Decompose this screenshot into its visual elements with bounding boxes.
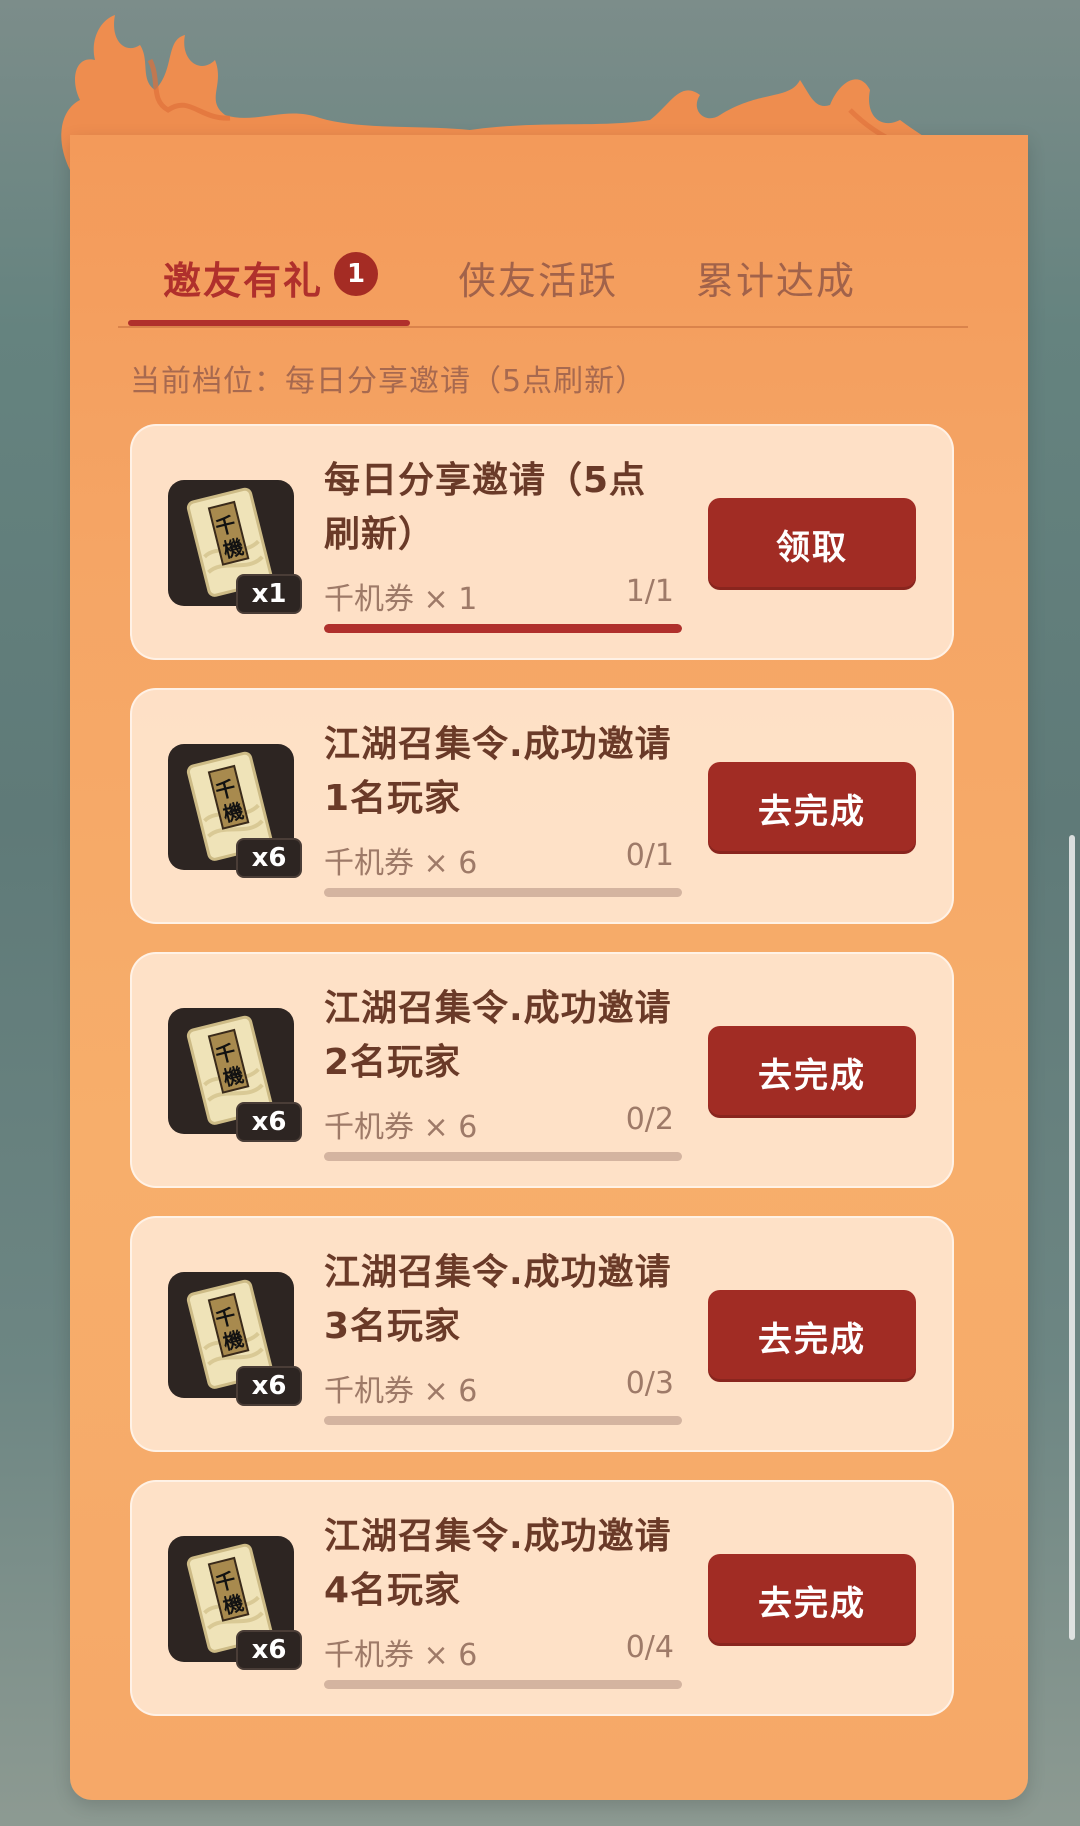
- task-card: 千 機 x6 江湖召集令.成功邀请1名玩家 千机券 × 6 0/1 去完成: [130, 688, 954, 924]
- task-title: 江湖召集令.成功邀请1名玩家: [324, 724, 672, 819]
- reward-quantity-badge: x6: [236, 1366, 302, 1406]
- progress-bar: [324, 888, 682, 897]
- task-title: 江湖召集令.成功邀请4名玩家: [324, 1516, 672, 1611]
- tab-label: 侠友活跃: [458, 259, 619, 303]
- task-card: 千 機 x6 江湖召集令.成功邀请4名玩家 千机券 × 6 0/4 去完成: [130, 1480, 954, 1716]
- qianji-ticket-icon: 千 機 x6: [168, 1008, 302, 1142]
- tab-label: 邀友有礼: [163, 259, 324, 303]
- go-complete-button[interactable]: 去完成: [708, 1290, 916, 1382]
- qianji-ticket-icon: 千 機 x6: [168, 1272, 302, 1406]
- tab-friend-activity[interactable]: 侠友活跃: [458, 250, 618, 305]
- progress-bar: [324, 1152, 682, 1161]
- progress-count: 0/1: [625, 838, 674, 873]
- task-title: 每日分享邀请（5点刷新）: [324, 460, 647, 555]
- tab-cumulative-achievement[interactable]: 累计达成: [696, 250, 856, 305]
- reward-text: 千机券 × 6: [324, 1638, 478, 1673]
- go-complete-button[interactable]: 去完成: [708, 1026, 916, 1118]
- progress-count: 0/4: [625, 1630, 674, 1665]
- current-tier-label: 当前档位：每日分享邀请（5点刷新）: [130, 364, 647, 399]
- progress-count: 0/2: [625, 1102, 674, 1137]
- reward-text: 千机券 × 1: [324, 582, 478, 617]
- qianji-ticket-icon: 千 機 x6: [168, 744, 302, 878]
- task-card: 千 機 x6 江湖召集令.成功邀请3名玩家 千机券 × 6 0/3 去完成: [130, 1216, 954, 1452]
- task-title: 江湖召集令.成功邀请2名玩家: [324, 988, 672, 1083]
- go-complete-button[interactable]: 去完成: [708, 762, 916, 854]
- claim-button[interactable]: 领取: [708, 498, 916, 590]
- progress-bar-fill: [324, 624, 682, 633]
- progress-bar: [324, 1416, 682, 1425]
- reward-text: 千机券 × 6: [324, 1374, 478, 1409]
- reward-quantity-badge: x6: [236, 838, 302, 878]
- qianji-ticket-icon: 千 機 x1: [168, 480, 302, 614]
- tab-divider: [118, 326, 968, 328]
- tab-invite-friends[interactable]: 邀友有礼: [163, 250, 323, 305]
- notification-badge: 1: [334, 252, 378, 296]
- go-complete-button[interactable]: 去完成: [708, 1554, 916, 1646]
- task-card: 千 機 x6 江湖召集令.成功邀请2名玩家 千机券 × 6 0/2 去完成: [130, 952, 954, 1188]
- tab-label: 累计达成: [696, 259, 857, 303]
- scrollbar[interactable]: [1069, 835, 1075, 1640]
- task-card: 千 機 x1 每日分享邀请（5点刷新） 千机券 × 1 1/1 领取: [130, 424, 954, 660]
- reward-quantity-badge: x6: [236, 1102, 302, 1142]
- reward-quantity-badge: x1: [236, 574, 302, 614]
- progress-count: 0/3: [625, 1366, 674, 1401]
- reward-text: 千机券 × 6: [324, 1110, 478, 1145]
- progress-count: 1/1: [625, 574, 674, 609]
- task-title: 江湖召集令.成功邀请3名玩家: [324, 1252, 672, 1347]
- reward-quantity-badge: x6: [236, 1630, 302, 1670]
- qianji-ticket-icon: 千 機 x6: [168, 1536, 302, 1670]
- progress-bar: [324, 1680, 682, 1689]
- reward-text: 千机券 × 6: [324, 846, 478, 881]
- tab-bar: 邀友有礼 1 侠友活跃 累计达成: [118, 220, 968, 330]
- progress-bar: [324, 624, 682, 633]
